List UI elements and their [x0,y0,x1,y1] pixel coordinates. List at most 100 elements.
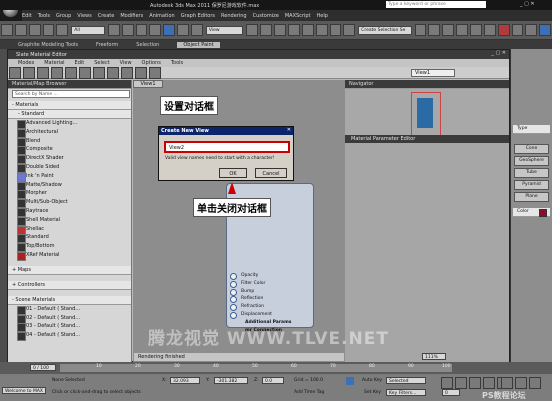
list-item[interactable]: Shell Material [8,216,131,226]
section-standard[interactable]: - Standard [8,110,131,119]
select-by-name-icon[interactable] [121,24,134,36]
node-slot[interactable]: Opacity [227,272,313,280]
menu-tools[interactable]: Tools [38,13,50,19]
reference-coord-select[interactable]: View [205,25,244,35]
list-item[interactable]: Matte/Shadow [8,181,131,191]
next-frame-icon[interactable] [483,377,495,389]
slate-menu-material[interactable]: Material [44,60,64,66]
node-slot[interactable]: Displacement [227,311,313,319]
edit-named-selection-icon[interactable] [343,24,356,36]
tube-button[interactable]: Tube [514,168,549,178]
tab-freeform[interactable]: Freeform [96,42,118,48]
list-item[interactable]: Composite [8,145,131,156]
node-slot[interactable]: Bump [227,288,313,296]
node-slot[interactable]: Filter Color [227,280,313,288]
render-setup-icon[interactable] [511,24,524,36]
goto-start-icon[interactable] [441,377,453,389]
slate-menu-view[interactable]: View [120,60,132,66]
tab-graphite-modeling[interactable]: Graphite Modeling Tools [18,42,78,48]
set-key-button[interactable]: Set Key [364,390,381,395]
menu-graph-editors[interactable]: Graph Editors [181,13,215,19]
menu-rendering[interactable]: Rendering [221,13,247,19]
section-scene-materials[interactable]: - Scene Materials [8,295,131,305]
pivot-icon[interactable] [246,24,259,36]
maxscript-listener[interactable]: Welcome to MAX [2,387,46,394]
region-select-icon[interactable] [135,24,148,36]
graphite-toggle-icon[interactable] [456,24,468,36]
named-selection-set-select[interactable]: Create Selection Se [358,25,412,35]
view-name-input[interactable]: View2 [164,141,290,153]
selected-dropdown[interactable]: Selected [386,377,426,384]
list-item[interactable]: Ink 'n Paint [8,172,131,182]
list-item[interactable]: 04 - Default ( Stand... [8,331,131,342]
material-parameter-editor-icon[interactable] [135,66,147,79]
slate-menu-modes[interactable]: Modes [18,60,34,66]
z-field[interactable]: 0.0 [262,377,284,384]
tab-selection[interactable]: Selection [136,42,159,48]
layout-all-icon[interactable] [107,66,119,79]
tab-view1[interactable]: View1 [133,80,163,88]
x-field[interactable]: 32.093 [170,377,200,384]
select-object-icon[interactable] [107,24,120,36]
show-map-in-viewport-icon[interactable] [79,66,91,79]
key-filters-button[interactable]: Key Filters... [386,389,426,396]
view-select-dropdown[interactable]: View1 [411,69,455,77]
type-rollout[interactable]: Type [513,125,550,134]
list-item[interactable]: Top/Bottom [8,242,131,253]
frame-counter[interactable]: 0 / 100 [30,364,56,371]
list-item[interactable]: 01 - Default ( Stand... [8,305,131,315]
add-time-tag[interactable]: Add Time Tag [294,390,324,395]
curve-editor-icon[interactable] [469,24,482,36]
node-slot[interactable]: Refraction [227,303,313,312]
angle-snap-icon[interactable] [301,24,314,36]
render-production-icon[interactable] [539,24,552,36]
menu-edit[interactable]: Edit [22,13,32,19]
keyboard-shortcut-icon[interactable] [274,24,286,36]
pick-material-icon[interactable] [9,66,21,79]
slate-window-controls[interactable]: _ ▢ ✕ [491,50,506,56]
list-item[interactable]: DirectX Shader [8,154,131,165]
delete-selected-icon[interactable] [37,66,49,79]
list-item[interactable]: Standard [8,233,131,244]
list-item[interactable]: 03 - Default ( Stand... [8,322,131,333]
selection-filter-select[interactable]: All [71,25,105,35]
rendered-frame-icon[interactable] [525,24,538,36]
zoom-field[interactable]: 111% [422,353,446,360]
window-crossing-icon[interactable] [149,24,162,36]
window-controls[interactable]: _ ▢ ✕ [520,1,535,7]
snap-icon[interactable] [287,24,300,36]
menu-animation[interactable]: Animation [149,13,175,19]
unlink-icon[interactable] [42,24,55,36]
y-field[interactable]: -301.382 [214,377,248,384]
menu-modifiers[interactable]: Modifiers [120,13,143,19]
show-background-icon[interactable] [93,66,105,79]
list-item[interactable]: Advanced Lighting... [8,119,131,129]
list-item[interactable]: 02 - Default ( Stand... [8,314,131,324]
slate-menu-tools[interactable]: Tools [171,60,183,66]
bind-icon[interactable] [56,24,69,36]
menu-help[interactable]: Help [317,13,328,19]
menu-maxscript[interactable]: MAXScript [285,13,311,19]
section-maps[interactable]: + Maps [8,265,131,275]
orbit-icon[interactable] [529,377,541,389]
slate-menu-select[interactable]: Select [94,60,109,66]
node-slot[interactable]: Reflection [227,295,313,304]
list-item[interactable]: Raytrace [8,207,131,217]
browser-search-input[interactable]: Search by Name ... [12,90,130,98]
list-item[interactable]: XRef Material [8,251,131,261]
list-item[interactable]: Architectural [8,128,131,138]
list-item[interactable]: Shellac [8,225,131,235]
help-search-input[interactable]: Type a keyword or phrase [386,1,486,8]
prev-frame-icon[interactable] [455,377,467,389]
ok-button[interactable]: OK [219,168,247,178]
rotate-icon[interactable] [177,24,190,36]
slate-menu-options[interactable]: Options [142,60,161,66]
tab-object-paint[interactable]: Object Paint [177,41,220,48]
menu-views[interactable]: Views [77,13,91,19]
assign-material-icon[interactable] [23,66,35,79]
schematic-view-icon[interactable] [483,24,496,36]
auto-key-button[interactable]: Auto Key [362,378,382,383]
cancel-button[interactable]: Cancel [255,168,287,178]
align-icon[interactable] [428,24,441,36]
slate-menu-edit[interactable]: Edit [75,60,85,66]
